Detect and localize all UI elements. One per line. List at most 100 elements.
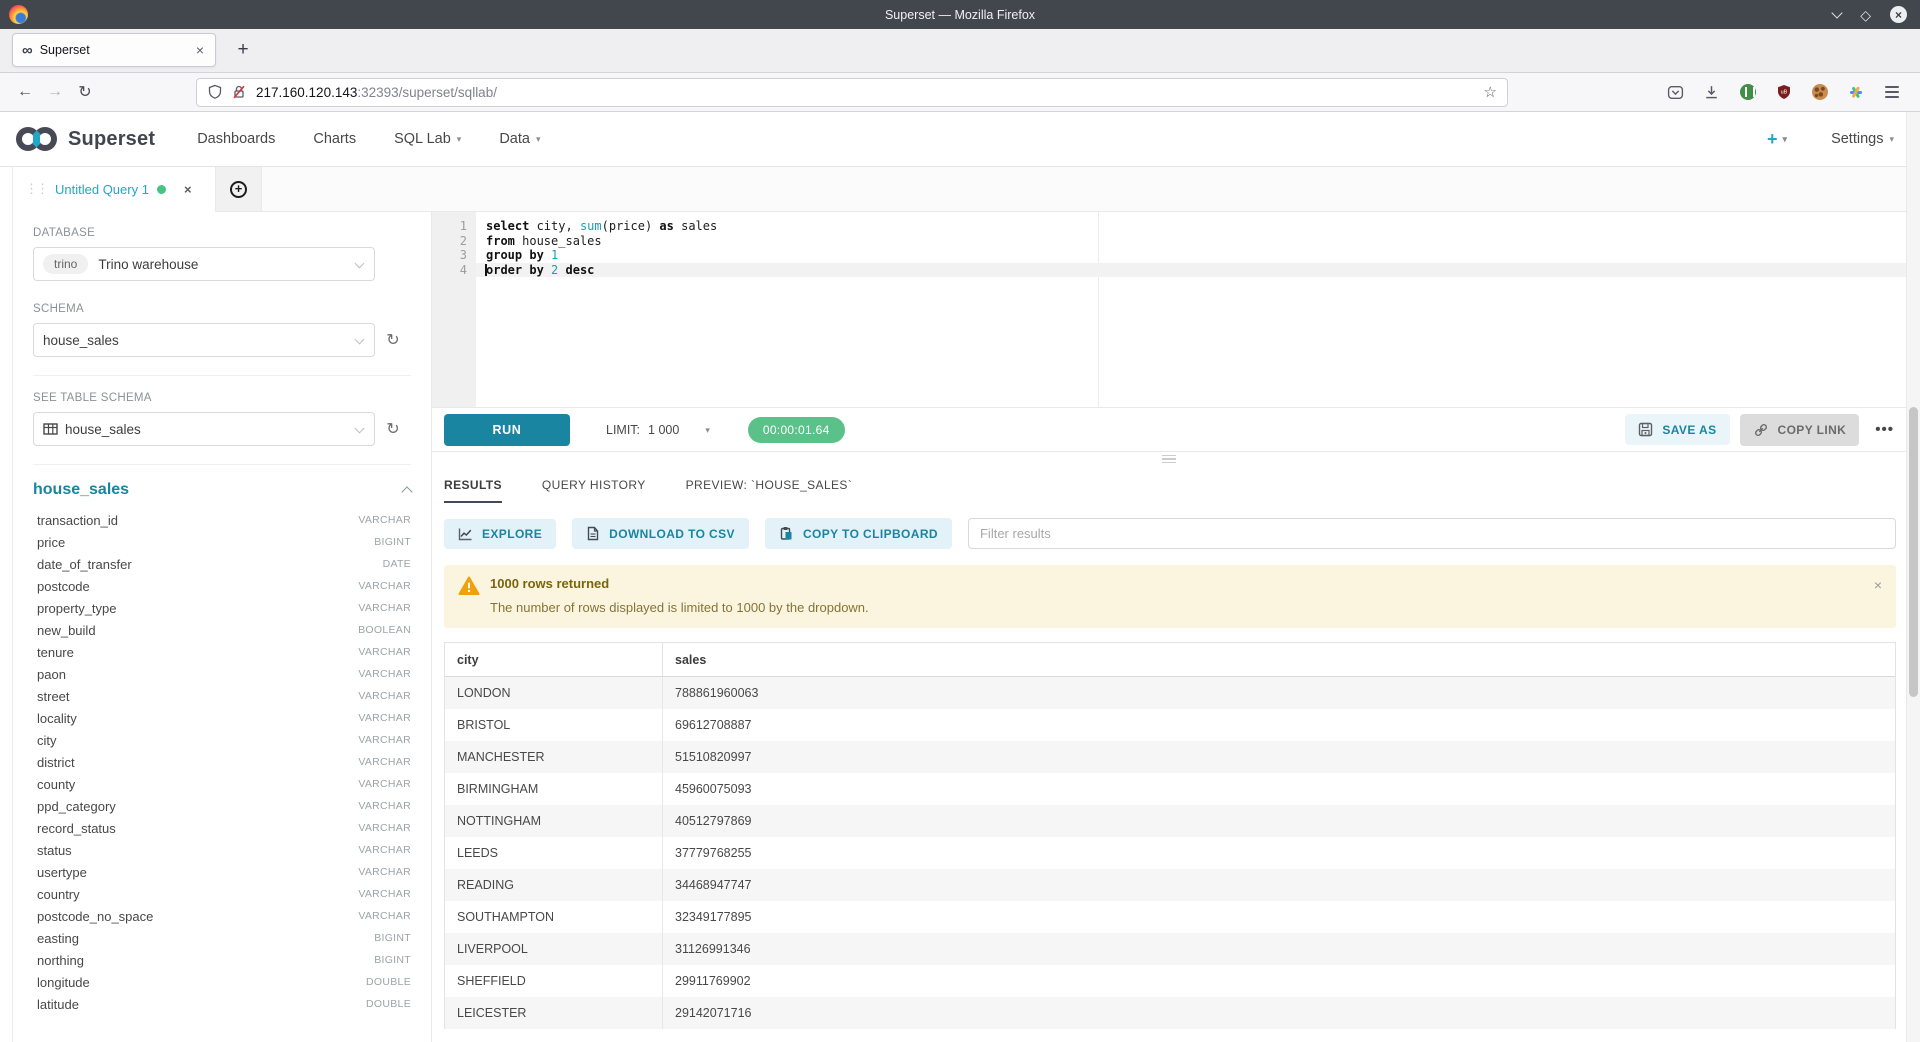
sql-lab: ⋮⋮ Untitled Query 1 × + DATABASE trino T…: [12, 167, 1906, 1042]
schema-column-row[interactable]: eastingBIGINT: [33, 927, 411, 949]
sql-editor[interactable]: 1234 select city, sum(price) as salesfro…: [432, 212, 1906, 408]
tab-close-icon[interactable]: ×: [194, 42, 206, 58]
schema-column-row[interactable]: cityVARCHAR: [33, 729, 411, 751]
menu-icon[interactable]: [1883, 84, 1900, 101]
downloads-icon[interactable]: [1703, 84, 1720, 101]
schema-column-row[interactable]: longitudeDOUBLE: [33, 971, 411, 993]
schema-column-row[interactable]: tenureVARCHAR: [33, 641, 411, 663]
cell-city: SOUTHAMPTON: [445, 901, 663, 933]
browser-tabbar: ∞ Superset × +: [0, 29, 1920, 73]
run-button[interactable]: RUN: [444, 414, 570, 446]
forward-button[interactable]: →: [40, 83, 70, 101]
copy-to-clipboard-button[interactable]: COPY TO CLIPBOARD: [765, 518, 952, 549]
cookie-extension-icon[interactable]: [1811, 84, 1828, 101]
cell-sales: 45960075093: [663, 773, 1895, 805]
column-name: latitude: [37, 997, 79, 1012]
drag-grip-icon[interactable]: ⋮⋮: [25, 181, 47, 197]
shield-icon[interactable]: [207, 84, 223, 100]
insecure-lock-icon[interactable]: [231, 84, 247, 100]
schema-column-row[interactable]: ppd_categoryVARCHAR: [33, 795, 411, 817]
cell-sales: 29911769902: [663, 965, 1895, 997]
schema-column-row[interactable]: countryVARCHAR: [33, 883, 411, 905]
superset-brand[interactable]: Superset: [14, 125, 155, 153]
filter-results-input[interactable]: Filter results: [968, 518, 1896, 549]
chevron-up-icon[interactable]: [401, 486, 412, 497]
back-button[interactable]: ←: [10, 83, 40, 101]
schema-column-row[interactable]: priceBIGINT: [33, 531, 411, 553]
query-tab-title: Untitled Query 1: [55, 182, 149, 197]
schema-column-row[interactable]: statusVARCHAR: [33, 839, 411, 861]
add-query-tab-button[interactable]: +: [216, 167, 262, 211]
page-scrollbar[interactable]: [1906, 112, 1920, 1042]
alert-close-icon[interactable]: ×: [1874, 577, 1882, 615]
download-csv-button[interactable]: DOWNLOAD TO CSV: [572, 518, 749, 549]
table-row: NOTTINGHAM40512797869: [445, 805, 1895, 837]
query-tab-close-icon[interactable]: ×: [184, 182, 192, 197]
code-line: select city, sum(price) as sales: [476, 219, 1906, 234]
table-row: SHEFFIELD29911769902: [445, 965, 1895, 997]
schema-column-row[interactable]: date_of_transferDATE: [33, 553, 411, 575]
schema-column-row[interactable]: new_buildBOOLEAN: [33, 619, 411, 641]
nav-data[interactable]: Data▾: [499, 131, 540, 147]
browser-tab[interactable]: ∞ Superset ×: [12, 33, 216, 67]
settings-menu[interactable]: Settings▾: [1831, 131, 1894, 147]
schema-column-row[interactable]: record_statusVARCHAR: [33, 817, 411, 839]
add-new-button[interactable]: +▾: [1767, 129, 1787, 150]
new-tab-button[interactable]: +: [228, 35, 258, 65]
schema-column-row[interactable]: localityVARCHAR: [33, 707, 411, 729]
database-select[interactable]: trino Trino warehouse: [33, 247, 375, 281]
scrollbar-thumb[interactable]: [1909, 407, 1918, 697]
column-header-sales[interactable]: sales: [663, 643, 1895, 676]
editor-code[interactable]: select city, sum(price) as salesfrom hou…: [476, 212, 1906, 407]
text-cursor: [485, 264, 487, 277]
schema-column-row[interactable]: streetVARCHAR: [33, 685, 411, 707]
save-as-button[interactable]: SAVE AS: [1625, 414, 1729, 445]
column-name: street: [37, 689, 70, 704]
column-type: VARCHAR: [358, 712, 411, 724]
bookmark-star-icon[interactable]: ☆: [1484, 83, 1497, 101]
column-type: DATE: [383, 558, 411, 570]
explore-button[interactable]: EXPLORE: [444, 519, 556, 549]
reload-button[interactable]: ↻: [70, 82, 100, 102]
schema-column-row[interactable]: northingBIGINT: [33, 949, 411, 971]
pocket-icon[interactable]: [1667, 84, 1684, 101]
query-tab-untitled-1[interactable]: ⋮⋮ Untitled Query 1 ×: [13, 167, 216, 212]
table-row: MANCHESTER51510820997: [445, 741, 1895, 773]
tab-query-history[interactable]: QUERY HISTORY: [542, 478, 646, 503]
privacy-badger-icon[interactable]: [1739, 84, 1756, 101]
nav-dashboards[interactable]: Dashboards: [197, 131, 275, 147]
nav-sql-lab[interactable]: SQL Lab▾: [394, 131, 461, 147]
refresh-schema-icon[interactable]: ↻: [375, 330, 411, 350]
browser-tab-title: Superset: [40, 43, 194, 57]
schema-select[interactable]: house_sales: [33, 323, 375, 357]
chart-icon: [458, 527, 473, 541]
schema-column-row[interactable]: usertypeVARCHAR: [33, 861, 411, 883]
schema-column-row[interactable]: paonVARCHAR: [33, 663, 411, 685]
table-schema-header[interactable]: house_sales: [33, 481, 411, 499]
table-select[interactable]: house_sales: [33, 412, 375, 446]
nav-charts[interactable]: Charts: [313, 131, 356, 147]
see-table-schema-label: SEE TABLE SCHEMA: [33, 392, 411, 404]
limit-dropdown[interactable]: LIMIT: 1 000 ▾: [606, 423, 710, 437]
url-field[interactable]: 217.160.120.143:32393/superset/sqllab/ ☆: [196, 78, 1508, 107]
tab-results[interactable]: RESULTS: [444, 478, 502, 503]
column-header-city[interactable]: city: [445, 643, 663, 676]
resize-handle[interactable]: [1162, 455, 1176, 464]
refresh-table-icon[interactable]: ↻: [375, 419, 411, 439]
schema-column-row[interactable]: districtVARCHAR: [33, 751, 411, 773]
cell-city: LEEDS: [445, 837, 663, 869]
ublock-icon[interactable]: uB: [1775, 84, 1792, 101]
copy-link-button[interactable]: COPY LINK: [1740, 414, 1860, 446]
colorful-extension-icon[interactable]: [1847, 84, 1864, 101]
schema-column-row[interactable]: countyVARCHAR: [33, 773, 411, 795]
chevron-down-icon: ▾: [1783, 134, 1788, 145]
schema-column-row[interactable]: transaction_idVARCHAR: [33, 509, 411, 531]
more-actions-button[interactable]: •••: [1875, 421, 1894, 438]
schema-column-row[interactable]: postcodeVARCHAR: [33, 575, 411, 597]
schema-column-row[interactable]: postcode_no_spaceVARCHAR: [33, 905, 411, 927]
table-row: LEEDS37779768255: [445, 837, 1895, 869]
schema-column-row[interactable]: property_typeVARCHAR: [33, 597, 411, 619]
tab-preview-house-sales[interactable]: PREVIEW: `HOUSE_SALES`: [686, 478, 853, 503]
schema-column-row[interactable]: latitudeDOUBLE: [33, 993, 411, 1015]
cell-city: LIVERPOOL: [445, 933, 663, 965]
